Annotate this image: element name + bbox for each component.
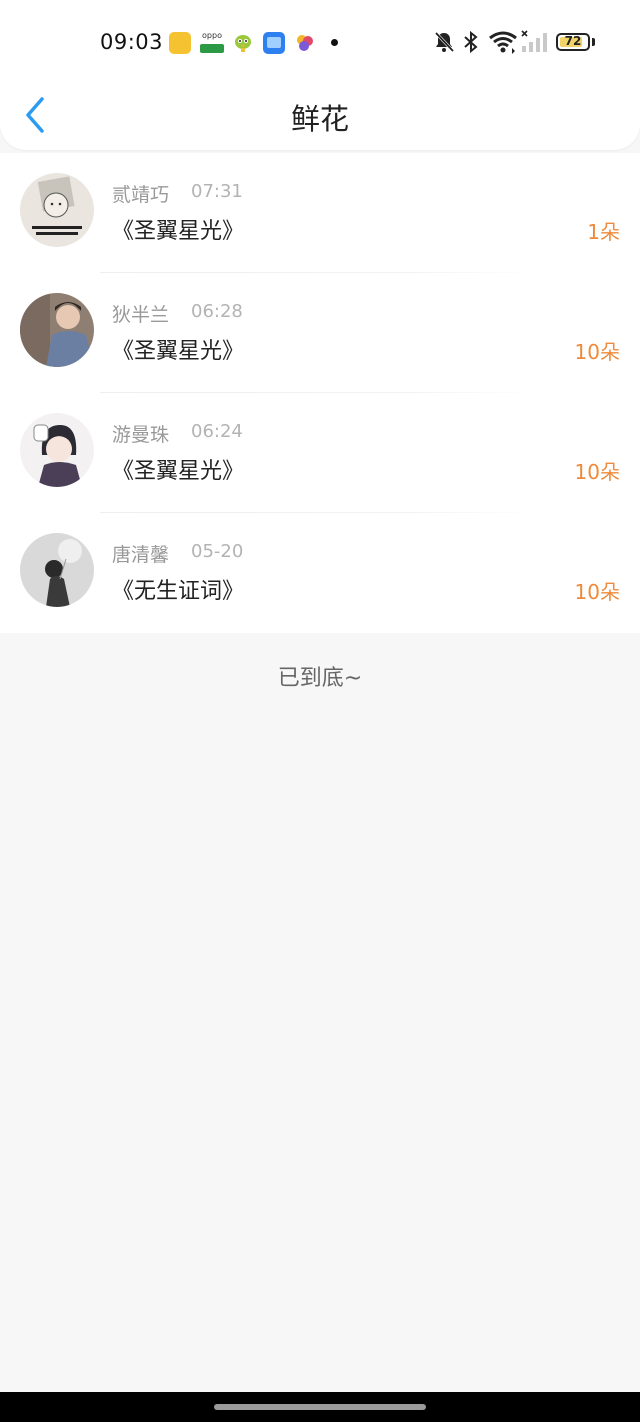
list-item[interactable]: 唐清馨 05-20 《无生证词》 10朵 bbox=[0, 513, 640, 633]
bird-icon bbox=[232, 32, 254, 54]
flower-count: 10朵 bbox=[574, 580, 620, 604]
avatar[interactable] bbox=[20, 413, 94, 487]
wifi-icon bbox=[488, 30, 518, 58]
book-title[interactable]: 《圣翼星光》 bbox=[112, 213, 244, 245]
avatar[interactable] bbox=[20, 533, 94, 607]
sender-name: 游曼珠 bbox=[112, 424, 170, 446]
page-title: 鲜花 bbox=[290, 102, 349, 136]
sender-name: 唐清馨 bbox=[112, 544, 170, 566]
flower-record-list: 贰靖巧 07:31 《圣翼星光》 1朵 狄半兰 06:28 《圣翼星光》 10朵 bbox=[0, 153, 640, 633]
battery-icon: 72 bbox=[556, 33, 590, 51]
list-item[interactable]: 贰靖巧 07:31 《圣翼星光》 1朵 bbox=[0, 153, 640, 273]
avatar[interactable] bbox=[20, 173, 94, 247]
status-bar: 09:03 oppo 72 bbox=[0, 0, 640, 86]
flower-count: 10朵 bbox=[574, 340, 620, 364]
system-navigation-bar bbox=[0, 1392, 640, 1422]
battery-level: 72 bbox=[564, 34, 582, 48]
header: 09:03 oppo 72 鲜花 bbox=[0, 0, 640, 150]
book-title[interactable]: 《圣翼星光》 bbox=[112, 333, 244, 365]
bell-muted-icon bbox=[432, 30, 456, 58]
list-item[interactable]: 游曼珠 06:24 《圣翼星光》 10朵 bbox=[0, 393, 640, 513]
flower-count: 1朵 bbox=[587, 220, 620, 244]
avatar[interactable] bbox=[20, 293, 94, 367]
notes-icon bbox=[169, 32, 191, 54]
game-icon bbox=[294, 32, 316, 54]
cellular-signal-icon bbox=[520, 30, 548, 58]
send-time: 06:28 bbox=[191, 301, 243, 322]
home-indicator[interactable] bbox=[214, 1404, 426, 1410]
more-notifications-icon bbox=[331, 39, 338, 46]
send-time: 05-20 bbox=[191, 541, 244, 562]
title-bar: 鲜花 bbox=[0, 86, 640, 150]
flower-count: 10朵 bbox=[574, 460, 620, 484]
sender-name: 狄半兰 bbox=[112, 304, 170, 326]
status-time: 09:03 bbox=[100, 30, 164, 54]
book-title[interactable]: 《圣翼星光》 bbox=[112, 453, 244, 485]
sender-name: 贰靖巧 bbox=[112, 184, 170, 206]
battery-tip bbox=[592, 38, 595, 46]
list-item[interactable]: 狄半兰 06:28 《圣翼星光》 10朵 bbox=[0, 273, 640, 393]
book-title[interactable]: 《无生证词》 bbox=[112, 573, 244, 605]
send-time: 06:24 bbox=[191, 421, 243, 442]
send-time: 07:31 bbox=[191, 181, 243, 202]
oppo-icon: oppo bbox=[200, 31, 224, 54]
files-icon bbox=[263, 32, 285, 54]
bluetooth-icon bbox=[462, 30, 480, 58]
end-of-list-text: 已到底~ bbox=[277, 666, 363, 691]
